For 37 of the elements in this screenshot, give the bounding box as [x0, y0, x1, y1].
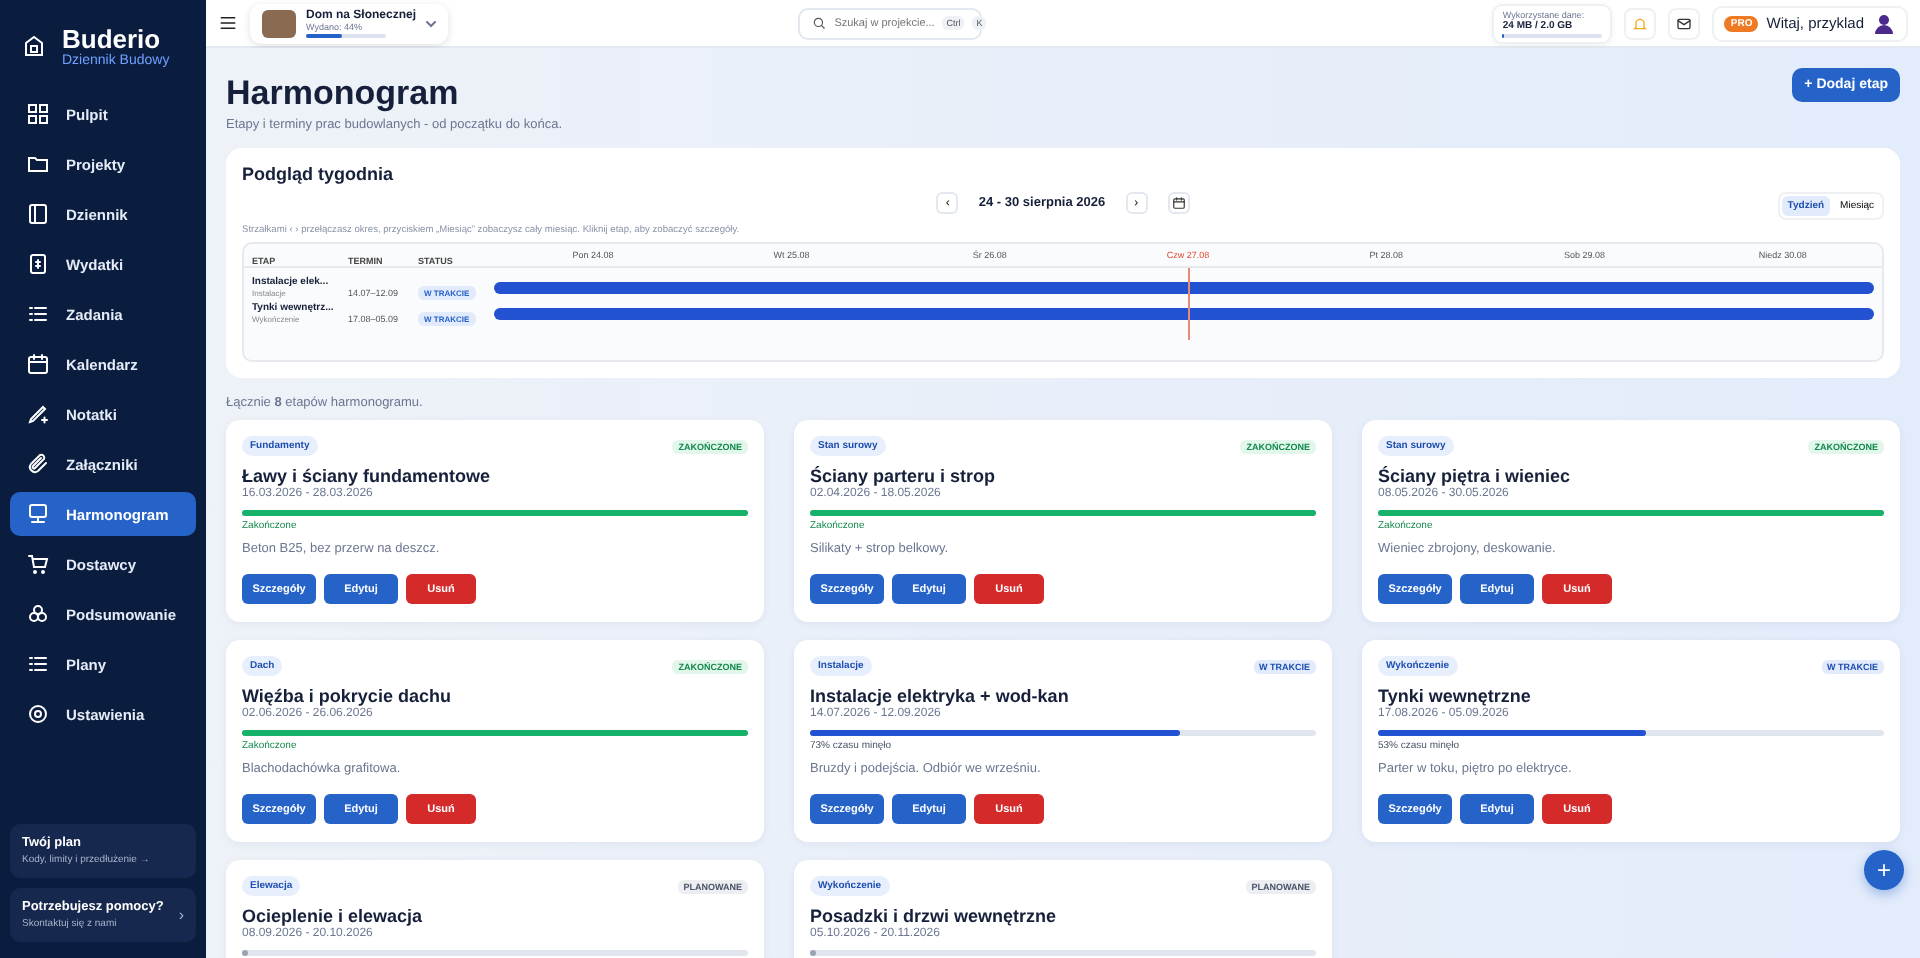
calendar-icon [26, 352, 50, 376]
stage-title: Instalacje elektryka + wod-kan [810, 686, 1071, 706]
menu-icon[interactable] [218, 14, 238, 32]
house-logo-icon [22, 34, 46, 58]
search-icon [812, 16, 827, 30]
timeline-bar[interactable] [494, 307, 1874, 319]
user-avatar-icon [1872, 11, 1896, 35]
grid-icon [26, 102, 50, 126]
list-icon [26, 652, 50, 676]
stage-title: Ławy i ściany fundamentowe [242, 466, 493, 486]
stage-title: Ściany piętra i wieniec [1378, 466, 1573, 486]
stage-title: Tynki wewnętrzne [1378, 686, 1533, 706]
stage-title: Ściany parteru i strop [810, 466, 998, 486]
folder-icon [26, 152, 50, 176]
paperclip-icon [26, 452, 50, 476]
settings-icon [26, 702, 50, 726]
page-title: Harmonogram [226, 74, 461, 114]
circles-icon [26, 602, 50, 626]
monitor-icon [26, 502, 50, 526]
messages-button[interactable] [1668, 7, 1701, 39]
photo-placeholder [262, 9, 296, 37]
timeline-bar[interactable] [494, 281, 1874, 293]
stage-title: Posadzki i drzwi wewnętrzne [810, 906, 1059, 926]
brand-name: Buderio [62, 24, 161, 54]
caret-icon [426, 19, 437, 27]
pen-icon [26, 402, 50, 426]
cart-icon [26, 552, 50, 576]
book-icon [26, 202, 50, 226]
calendar-icon [1171, 196, 1186, 210]
today-line [1187, 268, 1190, 340]
section-title: Podgląd tygodnia [242, 164, 395, 184]
chevron-icon: › [178, 906, 184, 924]
stage-title: Więźba i pokrycie dachu [242, 686, 453, 706]
receipt-icon [26, 252, 50, 276]
calendar-button[interactable] [1167, 192, 1190, 214]
list-icon [26, 302, 50, 326]
stage-title: Ocieplenie i elewacja [242, 906, 425, 926]
